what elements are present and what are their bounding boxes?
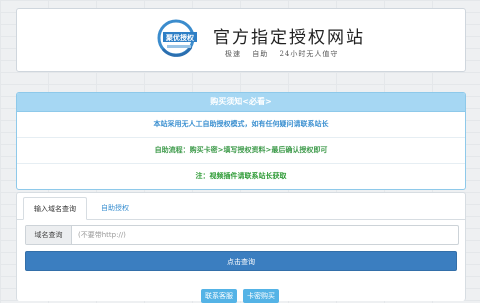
notice-line-plugin: 注：视频插件请联系站长获取 [195, 172, 287, 180]
notice-line-mode: 本站采用无人工自助授权模式，如有任何疑问请联系站长 [17, 112, 465, 138]
buy-card-button[interactable]: 卡密购买 [243, 289, 279, 303]
tab-bar: 输入域名查询 自助授权 [17, 193, 465, 220]
feature-24h: 24小时无人值守 [279, 50, 339, 58]
feature-fast: 极速 [225, 50, 241, 58]
tab-domain-query[interactable]: 输入域名查询 [23, 197, 87, 220]
contact-support-button[interactable]: 联系客服 [201, 289, 237, 303]
logo-text: 聚优授权 [165, 33, 195, 42]
site-header: 聚优授权 官方指定授权网站 极速 自助 24小时无人值守 [16, 8, 466, 72]
site-logo[interactable]: 聚优授权 [157, 19, 203, 57]
notice-title: 购买须知<必看> [17, 93, 465, 112]
query-button[interactable]: 点击查询 [25, 251, 457, 271]
purchase-notice-panel: 购买须知<必看> 本站采用无人工自助授权模式，如有任何疑问请联系站长 自助流程：… [16, 92, 466, 190]
query-panel: 输入域名查询 自助授权 域名查询 点击查询 联系客服 卡密购买 [16, 192, 466, 303]
feature-self: 自助 [252, 50, 269, 58]
site-title: 官方指定授权网站 [213, 28, 365, 48]
domain-input[interactable] [72, 226, 456, 244]
site-features: 极速 自助 24小时无人值守 [225, 49, 338, 59]
logo-graphic: 聚优授权 [157, 19, 197, 57]
tab-self-authorize[interactable]: 自助授权 [91, 197, 139, 219]
domain-addon-label: 域名查询 [26, 226, 72, 244]
domain-input-group: 域名查询 [25, 225, 459, 245]
notice-line-process: 自助流程：购买卡密>填写授权资料>最后确认授权即可 [17, 138, 465, 164]
